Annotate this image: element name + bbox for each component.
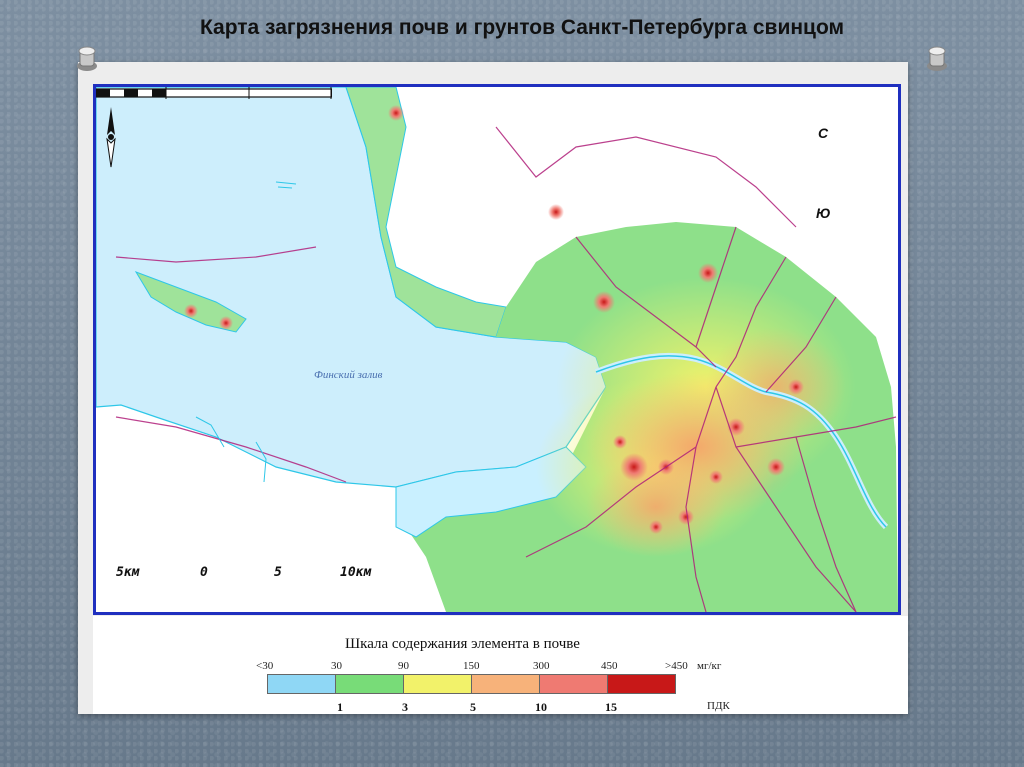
scale-label-10km: 10км	[340, 565, 372, 580]
scale-label-0: 0	[200, 565, 208, 580]
hotspot-2	[593, 291, 615, 313]
legend-pdk-3: 3	[402, 700, 408, 714]
legend-tick-0: <30	[256, 660, 274, 672]
pollution-map: Финский залив С Ю 5км 0 5 10км	[93, 84, 901, 615]
hotspot-1	[620, 453, 648, 481]
compass-arrow-icon	[106, 107, 116, 168]
hotspot-13	[613, 435, 627, 449]
legend-pdk-1: 1	[337, 700, 343, 714]
legend-pdk-5: 5	[470, 700, 476, 714]
gulf-of-finland-label: Финский залив	[314, 369, 383, 381]
hotspot-10	[788, 379, 804, 395]
hotspot-3	[698, 263, 718, 283]
hotspot-8	[767, 458, 785, 476]
scale-bar	[96, 87, 332, 99]
hotspot-15	[649, 520, 663, 534]
legend-swatch-5	[607, 674, 676, 694]
legend-pdk-15: 15	[605, 700, 617, 714]
legend-swatch-4	[539, 674, 608, 694]
hotspot-11	[678, 509, 694, 525]
legend-tick-1: 30	[331, 660, 342, 672]
hotspot-6	[219, 316, 233, 330]
legend-swatch-2	[403, 674, 472, 694]
compass-south-label: Ю	[816, 205, 831, 221]
scale-label-5: 5	[274, 565, 282, 580]
hotspot-4	[388, 105, 404, 121]
hotspot-12	[548, 204, 564, 220]
legend-pdk-label: ПДК	[707, 700, 730, 712]
compass-north-label: С	[818, 125, 829, 141]
legend-tick-2: 90	[398, 660, 409, 672]
legend-swatch-0	[267, 674, 336, 694]
zone-orange-2	[706, 327, 846, 447]
slide-title: Карта загрязнения почв и грунтов Санкт-П…	[199, 16, 845, 39]
hotspot-14	[709, 470, 723, 484]
legend-swatch-3	[471, 674, 540, 694]
legend-tick-5: 450	[601, 660, 618, 672]
pushpin-left-icon	[77, 46, 97, 71]
legend-tick-top: >450	[665, 660, 688, 672]
scale-label-5km-left: 5км	[116, 565, 140, 580]
hotspot-5	[184, 304, 198, 318]
legend-title: Шкала содержания элемента в почве	[345, 636, 580, 652]
legend-tick-4: 300	[533, 660, 550, 672]
pushpin-right-icon	[927, 46, 947, 71]
legend-area: Шкала содержания элемента в почве <30 30…	[93, 616, 908, 714]
legend-swatch-1	[335, 674, 404, 694]
zone-orange-3	[586, 457, 726, 557]
legend-unit: мг/кг	[697, 660, 722, 672]
legend-tick-3: 150	[463, 660, 480, 672]
legend-pdk-10: 10	[535, 700, 547, 714]
map-svg	[96, 87, 898, 612]
